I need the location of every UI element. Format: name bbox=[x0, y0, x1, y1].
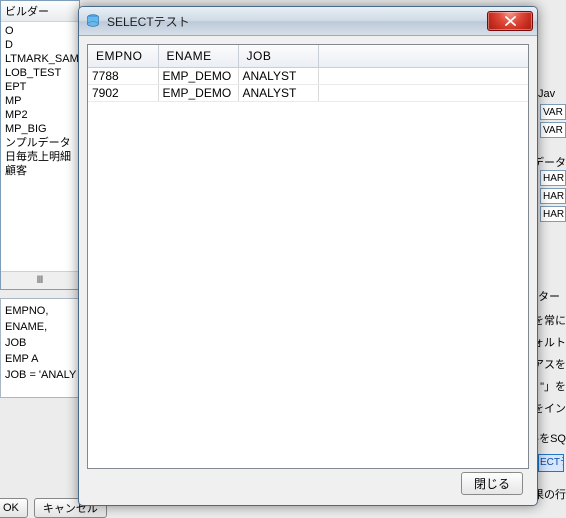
dialog-body: EMPNO ENAME JOB 7788 EMP_DEMO ANALYST 79 bbox=[79, 36, 537, 505]
cell-ename: EMP_DEMO bbox=[158, 85, 238, 102]
result-table: EMPNO ENAME JOB 7788 EMP_DEMO ANALYST 79 bbox=[88, 45, 528, 102]
list-item[interactable]: D bbox=[1, 38, 79, 52]
close-button[interactable]: 閉じる bbox=[461, 472, 523, 495]
table-row[interactable]: 7788 EMP_DEMO ANALYST bbox=[88, 68, 528, 85]
table-row[interactable]: 7902 EMP_DEMO ANALYST bbox=[88, 85, 528, 102]
dialog-title: SELECTテスト bbox=[107, 13, 487, 30]
type-cell: HAR bbox=[540, 188, 566, 204]
cell-ename: EMP_DEMO bbox=[158, 68, 238, 85]
sql-preview: EMPNO, ENAME, JOB EMP A JOB = 'ANALY bbox=[0, 298, 80, 398]
list-item[interactable]: 顧客 bbox=[1, 164, 79, 178]
option-fragment: ォルト bbox=[538, 334, 566, 350]
option-fragment: リアスを bbox=[538, 356, 566, 372]
window-close-button[interactable] bbox=[487, 11, 533, 31]
type-cell: VAR bbox=[540, 104, 566, 120]
sql-line: JOB = 'ANALY bbox=[5, 367, 75, 383]
object-tree: ビルダー O D LTMARK_SAM LOB_TEST EPT MP MP2 … bbox=[0, 0, 80, 290]
column-header-blank bbox=[318, 45, 528, 68]
sql-line: EMP A bbox=[5, 351, 75, 367]
object-tree-header: ビルダー bbox=[1, 1, 79, 22]
sql-line: JOB bbox=[5, 335, 75, 351]
option-fragment: をイン bbox=[538, 400, 566, 416]
option-fragment: を「" 」 bbox=[538, 378, 566, 394]
column-header-empno[interactable]: EMPNO bbox=[88, 45, 158, 68]
column-header-job[interactable]: JOB bbox=[238, 45, 318, 68]
list-item[interactable]: 日毎売上明細 bbox=[1, 150, 79, 164]
cell-job: ANALYST bbox=[238, 68, 318, 85]
list-item[interactable]: O bbox=[1, 24, 79, 38]
result-grid[interactable]: EMPNO ENAME JOB 7788 EMP_DEMO ANALYST 79 bbox=[87, 44, 529, 469]
object-tree-list: O D LTMARK_SAM LOB_TEST EPT MP MP2 MP_BI… bbox=[1, 22, 79, 180]
cell-empno: 7788 bbox=[88, 68, 158, 85]
label-fragment: 果の行 bbox=[538, 486, 566, 502]
right-panel-fragments: Jav VAR VAR データ HAR HAR HAR ター を常に ォルト リ… bbox=[538, 0, 566, 517]
column-header-ename[interactable]: ENAME bbox=[158, 45, 238, 68]
sql-line: EMPNO, bbox=[5, 303, 75, 319]
cell-empno: 7902 bbox=[88, 85, 158, 102]
dialog-titlebar[interactable]: SELECTテスト bbox=[79, 7, 537, 36]
select-test-button[interactable]: ECTテ bbox=[538, 454, 564, 472]
list-item[interactable]: MP_BIG bbox=[1, 122, 79, 136]
list-item[interactable]: LTMARK_SAM bbox=[1, 52, 79, 66]
select-test-dialog: SELECTテスト EMPNO ENAME JOB bbox=[78, 6, 538, 506]
horizontal-scrollbar[interactable]: Ⅲ bbox=[1, 271, 79, 289]
list-item[interactable]: MP bbox=[1, 94, 79, 108]
app-icon bbox=[85, 13, 101, 29]
list-item[interactable]: LOB_TEST bbox=[1, 66, 79, 80]
option-fragment: を常に bbox=[538, 312, 566, 328]
ok-button[interactable]: OK bbox=[0, 498, 28, 518]
label-fragment: データ bbox=[538, 154, 566, 170]
type-cell: HAR bbox=[540, 170, 566, 186]
option-fragment: ルをSQ bbox=[538, 430, 566, 446]
type-cell: HAR bbox=[540, 206, 566, 222]
type-cell: VAR bbox=[540, 122, 566, 138]
list-item[interactable]: EPT bbox=[1, 80, 79, 94]
dialog-footer: 閉じる bbox=[87, 469, 529, 497]
list-item[interactable]: MP2 bbox=[1, 108, 79, 122]
sql-line: ENAME, bbox=[5, 319, 75, 335]
cell-job: ANALYST bbox=[238, 85, 318, 102]
label-fragment: ター bbox=[538, 288, 566, 304]
list-item[interactable]: ンプルデータ bbox=[1, 136, 79, 150]
table-header-row: EMPNO ENAME JOB bbox=[88, 45, 528, 68]
label-fragment: Jav bbox=[538, 88, 566, 100]
